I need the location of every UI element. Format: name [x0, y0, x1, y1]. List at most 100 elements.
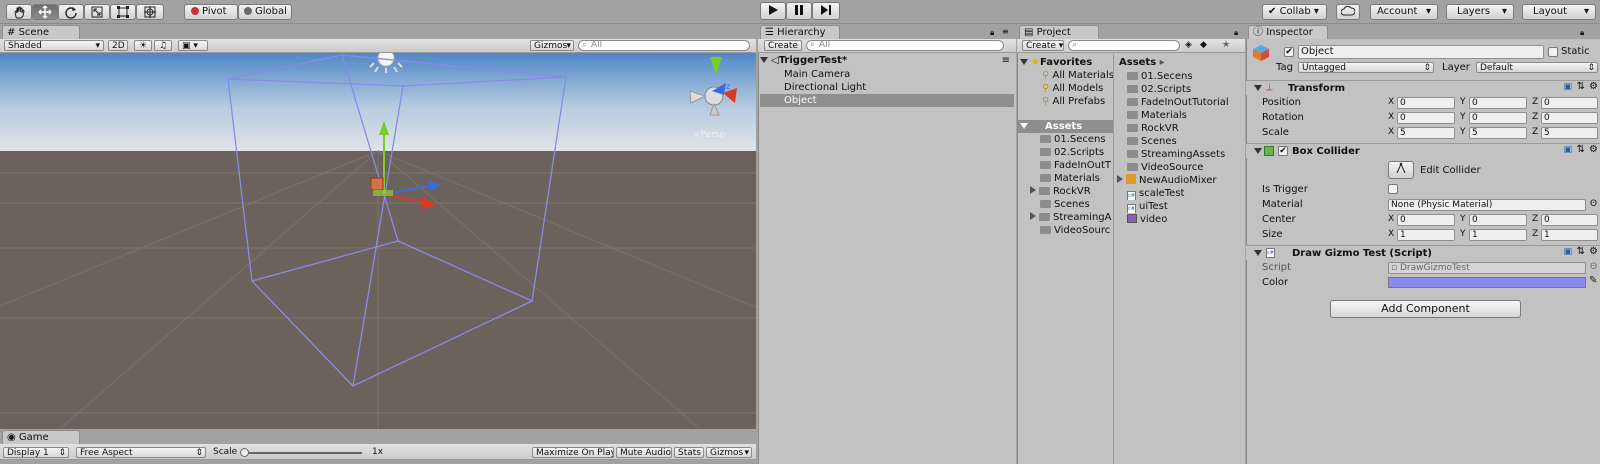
transform-tool-button[interactable] [136, 4, 164, 20]
hierarchy-item-directional-light[interactable]: Directional Light [760, 81, 1014, 94]
game-gizmos-dropdown[interactable]: Gizmos ▾ [706, 447, 752, 458]
file-item[interactable]: FadeInOutTutorial [1127, 96, 1245, 109]
rotation-z-field[interactable]: 0 [1541, 112, 1598, 124]
global-toggle[interactable]: Global [238, 4, 292, 20]
expand-arrow-icon[interactable] [1254, 148, 1262, 154]
size-z-field[interactable]: 1 [1541, 229, 1598, 241]
position-z-field[interactable]: 0 [1541, 97, 1598, 109]
scale-tool-button[interactable] [84, 4, 110, 20]
pivot-toggle[interactable]: Pivot [184, 4, 238, 20]
tree-folder[interactable]: VideoSourc [1040, 224, 1113, 237]
maximize-on-play-toggle[interactable]: Maximize On Play [532, 447, 614, 458]
play-button[interactable] [760, 2, 786, 20]
file-item[interactable]: Scenes [1127, 135, 1245, 148]
tree-folder[interactable]: FadeInOutT [1040, 159, 1113, 172]
settings-icon[interactable]: ⇅ [1577, 81, 1585, 92]
settings-icon[interactable]: ⇅ [1577, 144, 1585, 155]
position-x-field[interactable]: 0 [1397, 97, 1455, 109]
lock-icon[interactable]: 🔒︎ [1234, 28, 1238, 38]
gear-icon[interactable]: ⚙ [1589, 144, 1598, 155]
file-item[interactable]: NewAudioMixer [1117, 174, 1245, 187]
2d-toggle[interactable]: 2D [108, 40, 128, 51]
transform-header[interactable]: ⟂ Transform ▣ ⇅ ⚙ [1246, 80, 1600, 95]
hand-tool-button[interactable] [6, 4, 32, 20]
file-item[interactable]: 02.Scripts [1127, 83, 1245, 96]
scale-x-field[interactable]: 5 [1397, 127, 1455, 139]
tree-folder[interactable]: Materials [1040, 172, 1113, 185]
assets-header[interactable]: Assets [1018, 120, 1113, 133]
collapse-arrow-icon[interactable] [1117, 175, 1123, 183]
tag-dropdown[interactable]: Untagged ⇕ [1298, 62, 1434, 73]
expand-arrow-icon[interactable] [1020, 59, 1028, 65]
display-dropdown[interactable]: Display 1 ⇕ [3, 447, 69, 458]
file-item[interactable]: Materials [1127, 109, 1245, 122]
gear-icon[interactable]: ⚙ [1589, 81, 1598, 92]
project-search-input[interactable]: ⌕ [1068, 40, 1180, 51]
center-x-field[interactable]: 0 [1397, 214, 1455, 226]
favorite-item[interactable]: ⚲ All Materials [1042, 69, 1113, 82]
scale-slider[interactable] [242, 452, 362, 454]
help-icon[interactable]: ▣ [1563, 247, 1572, 257]
tab-project[interactable]: ▤ Project [1019, 25, 1099, 39]
collab-dropdown[interactable]: ✔ Collab ▾ [1262, 4, 1327, 20]
layers-dropdown[interactable]: Layers ▾ [1446, 4, 1514, 20]
step-button[interactable] [812, 2, 840, 20]
assets-breadcrumb[interactable]: Assets ▸ [1119, 56, 1243, 69]
object-picker-icon[interactable]: ʘ [1590, 199, 1597, 209]
draw-gizmo-header[interactable]: c# Draw Gizmo Test (Script) ▣ ⇅ ⚙ [1246, 245, 1600, 260]
scale-y-field[interactable]: 5 [1469, 127, 1527, 139]
lock-icon[interactable]: 🔒︎ [990, 28, 994, 38]
hierarchy-item-object[interactable]: Object [760, 94, 1014, 107]
expand-arrow-icon[interactable] [760, 57, 768, 63]
is-trigger-checkbox[interactable] [1388, 184, 1398, 194]
file-item[interactable]: c# uiTest [1127, 200, 1245, 213]
size-y-field[interactable]: 1 [1469, 229, 1527, 241]
favorites-header[interactable]: ★Favorites [1020, 56, 1113, 69]
lock-icon[interactable]: 🔒︎ [1580, 28, 1584, 38]
tab-inspector[interactable]: ⓘ Inspector [1248, 25, 1328, 39]
rect-tool-button[interactable] [110, 4, 136, 20]
tab-scene[interactable]: # Scene [2, 25, 80, 39]
effects-dropdown[interactable]: ▣ ▾ [178, 40, 208, 51]
settings-icon[interactable]: ⇅ [1577, 246, 1585, 257]
tree-folder[interactable]: StreamingA [1030, 211, 1113, 224]
material-field[interactable]: None (Physic Material) [1388, 199, 1586, 211]
filter-type-icon[interactable]: ◈ [1185, 40, 1192, 50]
box-collider-header[interactable]: ✔ Box Collider ▣ ⇅ ⚙ [1246, 143, 1600, 158]
rotation-y-field[interactable]: 0 [1469, 112, 1527, 124]
aspect-dropdown[interactable]: Free Aspect ⇕ [76, 447, 206, 458]
scene-viewport[interactable]: y z ≺Persp [0, 53, 756, 429]
rotate-tool-button[interactable] [58, 4, 84, 20]
shading-dropdown[interactable]: Shaded ▾ [4, 40, 104, 51]
rotation-x-field[interactable]: 0 [1397, 112, 1455, 124]
tab-game[interactable]: ◉ Game [2, 430, 80, 444]
file-item[interactable]: VideoSource [1127, 161, 1245, 174]
tree-folder[interactable]: 01.Secens [1040, 133, 1113, 146]
audio-toggle[interactable]: ♫ [154, 40, 172, 51]
help-icon[interactable]: ▣ [1563, 145, 1572, 155]
star-icon[interactable]: ★ [1222, 40, 1230, 50]
favorite-item[interactable]: ⚲ All Prefabs [1042, 95, 1113, 108]
file-item[interactable]: c# scaleTest [1127, 187, 1245, 200]
panel-menu-icon[interactable]: ≡ [1002, 27, 1009, 36]
scene-gizmos-dropdown[interactable]: Gizmos ▾ [530, 40, 574, 51]
file-item[interactable]: video [1127, 213, 1245, 226]
size-x-field[interactable]: 1 [1397, 229, 1455, 241]
tree-folder[interactable]: Scenes [1040, 198, 1113, 211]
persp-label[interactable]: ≺Persp [693, 130, 725, 140]
file-item[interactable]: RockVR [1127, 122, 1245, 135]
collapse-arrow-icon[interactable] [1030, 212, 1036, 220]
hierarchy-create-dropdown[interactable]: Create ▾ [764, 40, 802, 51]
static-checkbox[interactable] [1548, 47, 1558, 57]
expand-arrow-icon[interactable] [1254, 85, 1262, 91]
active-checkbox[interactable]: ✔ [1284, 47, 1294, 57]
help-icon[interactable]: ▣ [1563, 82, 1572, 92]
lighting-toggle[interactable]: ☀ [134, 40, 152, 51]
color-swatch[interactable] [1388, 277, 1586, 288]
edit-collider-button[interactable] [1388, 161, 1414, 179]
collapse-arrow-icon[interactable] [1030, 186, 1036, 194]
layout-dropdown[interactable]: Layout ▾ [1522, 4, 1596, 20]
account-dropdown[interactable]: Account ▾ [1370, 4, 1438, 20]
scene-search-input[interactable]: ⌕ All [578, 40, 750, 51]
favorite-item[interactable]: ⚲ All Models [1042, 82, 1113, 95]
